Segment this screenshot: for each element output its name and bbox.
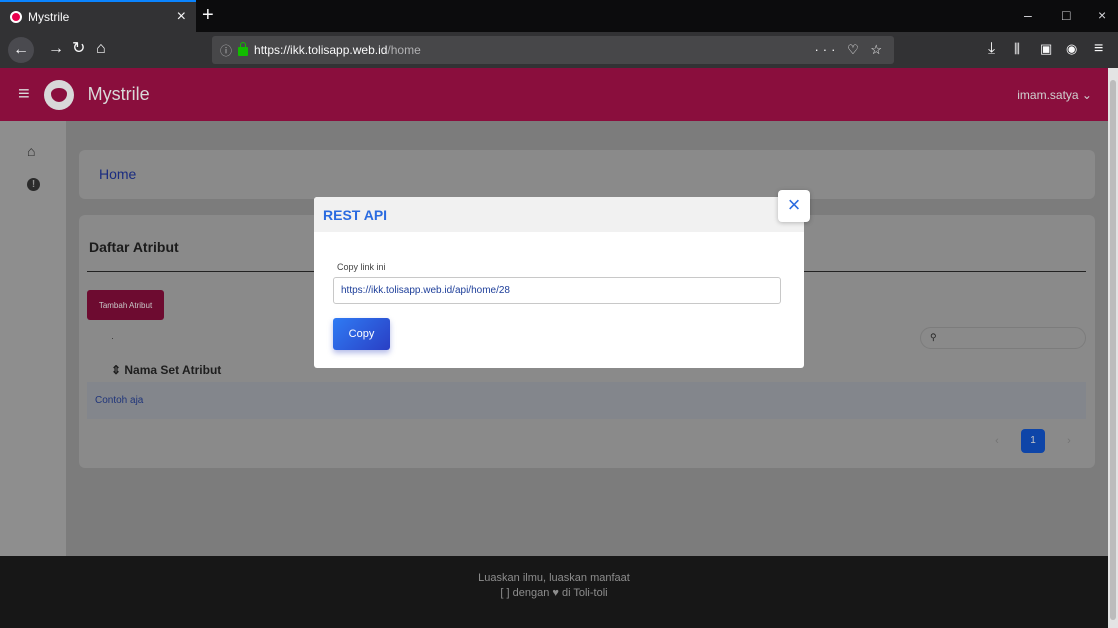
table-row[interactable]: Contoh aja (87, 382, 1086, 419)
footer-credit: [ ] dengan ♥ di Toli-toli (500, 587, 608, 599)
sidebar: ⌂ ! (0, 121, 66, 556)
section-title: Daftar Atribut (89, 239, 179, 255)
tab-close-icon[interactable]: × (177, 8, 186, 26)
breadcrumb-home[interactable]: Home (99, 166, 136, 182)
sidebar-item-alert[interactable]: ! (27, 178, 40, 191)
info-icon[interactable]: ⓘ (220, 42, 232, 59)
rest-api-modal: REST API × Copy link ini Copy (314, 190, 810, 368)
search-input[interactable]: ⚲ (920, 327, 1086, 349)
add-attribute-button[interactable]: Tambah Atribut (87, 290, 164, 320)
pagination-next[interactable]: › (1057, 429, 1081, 453)
library-icon[interactable]: ⫼ (1014, 40, 1020, 58)
footer-tagline: Luaskan ilmu, luaskan manfaat (478, 572, 630, 584)
home-icon: ⌂ (27, 143, 36, 159)
back-icon[interactable]: ← (8, 37, 34, 63)
sidebar-item-home[interactable]: ⌂ (27, 143, 35, 159)
footer: Luaskan ilmu, luaskan manfaat [ ] dengan… (0, 556, 1108, 628)
window-close-icon[interactable]: × (1098, 7, 1106, 23)
hamburger-icon[interactable]: ≡ (18, 83, 30, 106)
browser-nav-bar: ← → ↻ ⌂ ⓘ https://ikk.tolisapp.web.id /h… (0, 32, 1118, 68)
logo-icon (43, 79, 74, 110)
link-field-label: Copy link ini (337, 262, 386, 272)
column-header-nama-set-atribut[interactable]: ⇕ Nama Set Atribut (111, 363, 221, 377)
favicon-icon (10, 11, 22, 23)
minimize-icon[interactable]: – (1024, 7, 1032, 23)
breadcrumb: Home (79, 150, 1095, 199)
maximize-icon[interactable]: □ (1062, 7, 1070, 23)
close-icon[interactable]: × (778, 190, 810, 222)
table-cell[interactable]: Contoh aja (95, 395, 143, 406)
modal-title: REST API (323, 207, 388, 223)
user-menu[interactable]: imam.satya ⌄ (1017, 88, 1092, 102)
url-bar[interactable]: ⓘ https://ikk.tolisapp.web.id /home ··· … (212, 36, 894, 64)
home-icon[interactable]: ⌂ (96, 40, 106, 58)
url-path: /home (387, 43, 421, 57)
pagination-page-1[interactable]: 1 (1021, 429, 1045, 453)
lock-icon[interactable] (238, 41, 249, 56)
menu-icon[interactable]: ≡ (1094, 40, 1103, 58)
table-length-label: · (111, 333, 114, 343)
sidebar-icon[interactable]: ▣ (1040, 40, 1052, 58)
forward-icon[interactable]: → (48, 40, 64, 58)
pagination-prev[interactable]: ‹ (985, 429, 1009, 453)
download-icon[interactable]: ⤓ (988, 40, 995, 58)
page-actions-icon[interactable]: ··· ♡ ☆ (814, 42, 886, 58)
app-header: ≡ Mystrile imam.satya ⌄ (0, 68, 1108, 121)
scrollbar-thumb[interactable] (1110, 80, 1116, 620)
url-host: https://ikk.tolisapp.web.id (254, 43, 388, 57)
search-icon: ⚲ (930, 332, 937, 342)
page-scrollbar[interactable] (1108, 68, 1118, 628)
brand-name: Mystrile (87, 84, 150, 104)
new-tab-icon[interactable]: + (202, 4, 214, 27)
tab-title: Mystrile (28, 10, 70, 24)
reload-icon[interactable]: ↻ (72, 40, 85, 58)
api-link-input[interactable] (333, 277, 781, 304)
browser-tab-bar: Mystrile × + – □ × (0, 0, 1118, 32)
account-icon[interactable]: ◉ (1066, 40, 1077, 58)
alert-icon: ! (27, 178, 40, 191)
browser-tab[interactable]: Mystrile × (0, 0, 196, 32)
modal-header (314, 197, 804, 232)
copy-button[interactable]: Copy (333, 318, 390, 350)
